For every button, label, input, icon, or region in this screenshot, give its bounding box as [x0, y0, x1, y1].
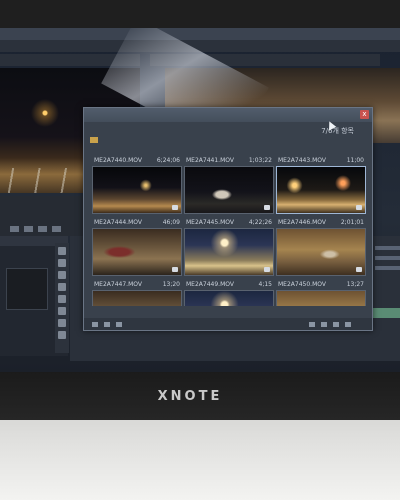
- laptop-bottom-bezel: XNOTE: [0, 372, 400, 420]
- clip-thumbnail[interactable]: [184, 166, 274, 214]
- clip-duration: 13;20: [162, 281, 180, 288]
- selection-tool-icon[interactable]: [58, 247, 66, 255]
- play-icon[interactable]: [24, 226, 33, 232]
- clip-name: ME2A7447.MOV: [94, 281, 142, 288]
- clip-header: ME2A7449.MOV 4;15: [184, 280, 274, 290]
- clip-name: ME2A7449.MOV: [186, 281, 234, 288]
- clip-duration: 46;09: [162, 219, 180, 226]
- step-back-icon[interactable]: [10, 226, 19, 232]
- pen-tool-icon[interactable]: [58, 307, 66, 315]
- clip-header: ME2A7447.MOV 13;20: [92, 280, 182, 290]
- clip-duration: 4;22;26: [248, 219, 272, 226]
- clip-name: ME2A7445.MOV: [186, 219, 234, 226]
- bin-path: [90, 136, 101, 144]
- clip-item[interactable]: ME2A7441.MOV 1;03;22: [184, 156, 274, 216]
- timeline-track[interactable]: [375, 266, 400, 270]
- ripple-edit-tool-icon[interactable]: [58, 271, 66, 279]
- close-icon[interactable]: x: [360, 110, 369, 119]
- clip-name: ME2A7444.MOV: [94, 219, 142, 226]
- clip-header: ME2A7440.MOV 6;24;06: [92, 156, 182, 166]
- video-badge-icon: [264, 267, 270, 272]
- razor-tool-icon[interactable]: [58, 283, 66, 291]
- video-badge-icon: [356, 267, 362, 272]
- video-badge-icon: [264, 205, 270, 210]
- monitor-screen: x 7/6개 항목 ME2A7440.MOV 6;24;06 ME2A7441.…: [0, 28, 400, 373]
- clip-duration: 2;01;01: [340, 219, 364, 226]
- list-view-icon[interactable]: [104, 322, 110, 327]
- clip-duration: 13;27: [346, 281, 364, 288]
- clip-name: ME2A7443.MOV: [278, 157, 326, 164]
- clip-grid: ME2A7440.MOV 6;24;06 ME2A7441.MOV 1;03;2…: [92, 156, 366, 306]
- search-icon[interactable]: [309, 322, 315, 327]
- clip-thumbnail[interactable]: [92, 290, 182, 306]
- clip-item[interactable]: ME2A7449.MOV 4;15: [184, 280, 274, 306]
- clip-thumbnail[interactable]: [92, 228, 182, 276]
- brand-logo: XNOTE: [157, 388, 223, 404]
- clip-item[interactable]: ME2A7440.MOV 6;24;06: [92, 156, 182, 216]
- clip-header: ME2A7444.MOV 46;09: [92, 218, 182, 228]
- zoom-tool-icon[interactable]: [58, 331, 66, 339]
- clip-thumbnail[interactable]: [92, 166, 182, 214]
- clip-item[interactable]: ME2A7445.MOV 4;22;26: [184, 218, 274, 278]
- tools-panel: [55, 243, 69, 353]
- new-bin-icon[interactable]: [321, 322, 327, 327]
- clip-header: ME2A7446.MOV 2;01;01: [276, 218, 366, 228]
- source-monitor-tab[interactable]: [0, 54, 140, 66]
- video-badge-icon: [172, 205, 178, 210]
- clip-name: ME2A7440.MOV: [94, 157, 142, 164]
- new-item-icon[interactable]: [333, 322, 339, 327]
- clip-name: ME2A7441.MOV: [186, 157, 234, 164]
- bin-dialog-titlebar[interactable]: x: [84, 108, 372, 122]
- bin-dialog: x 7/6개 항목 ME2A7440.MOV 6;24;06 ME2A7441.…: [83, 107, 373, 331]
- timeline-track[interactable]: [375, 256, 400, 260]
- clip-name: ME2A7450.MOV: [278, 281, 326, 288]
- clip-thumbnail[interactable]: [184, 228, 274, 276]
- clip-thumbnail[interactable]: [276, 166, 366, 214]
- insert-icon[interactable]: [52, 226, 61, 232]
- trash-icon[interactable]: [345, 322, 351, 327]
- lock-icon[interactable]: [92, 322, 98, 327]
- slip-tool-icon[interactable]: [58, 295, 66, 303]
- app-menu-bar: [0, 40, 400, 52]
- clip-item[interactable]: ME2A7443.MOV 11;00: [276, 156, 366, 216]
- timeline-track[interactable]: [375, 246, 400, 250]
- clip-thumbnail[interactable]: [276, 290, 366, 306]
- desk-surface: [0, 420, 400, 500]
- clip-duration: 4;15: [258, 281, 272, 288]
- clip-name: ME2A7446.MOV: [278, 219, 326, 226]
- clip-header: ME2A7445.MOV 4;22;26: [184, 218, 274, 228]
- clip-item[interactable]: ME2A7444.MOV 46;09: [92, 218, 182, 278]
- project-thumbnail[interactable]: [6, 268, 48, 310]
- step-forward-icon[interactable]: [38, 226, 47, 232]
- track-select-tool-icon[interactable]: [58, 259, 66, 267]
- icon-view-icon[interactable]: [116, 322, 122, 327]
- program-monitor-tab[interactable]: [150, 54, 380, 66]
- app-title-bar: [0, 28, 400, 40]
- video-badge-icon: [172, 267, 178, 272]
- clip-thumbnail[interactable]: [184, 290, 274, 306]
- clip-item[interactable]: ME2A7447.MOV 13;20: [92, 280, 182, 306]
- hand-tool-icon[interactable]: [58, 319, 66, 327]
- video-badge-icon: [356, 205, 362, 210]
- folder-icon: [90, 137, 98, 143]
- clip-thumbnail[interactable]: [276, 228, 366, 276]
- item-count: 7/6개 항목: [321, 127, 354, 135]
- laptop-top-bezel: [0, 0, 400, 30]
- clip-header: ME2A7443.MOV 11;00: [276, 156, 366, 166]
- clip-duration: 6;24;06: [156, 157, 180, 164]
- clip-duration: 11;00: [346, 157, 364, 164]
- bin-footer: [84, 318, 372, 330]
- clip-item[interactable]: ME2A7446.MOV 2;01;01: [276, 218, 366, 278]
- clip-duration: 1;03;22: [248, 157, 272, 164]
- clip-item[interactable]: ME2A7450.MOV 13;27: [276, 280, 366, 306]
- clip-header: ME2A7450.MOV 13;27: [276, 280, 366, 290]
- clip-header: ME2A7441.MOV 1;03;22: [184, 156, 274, 166]
